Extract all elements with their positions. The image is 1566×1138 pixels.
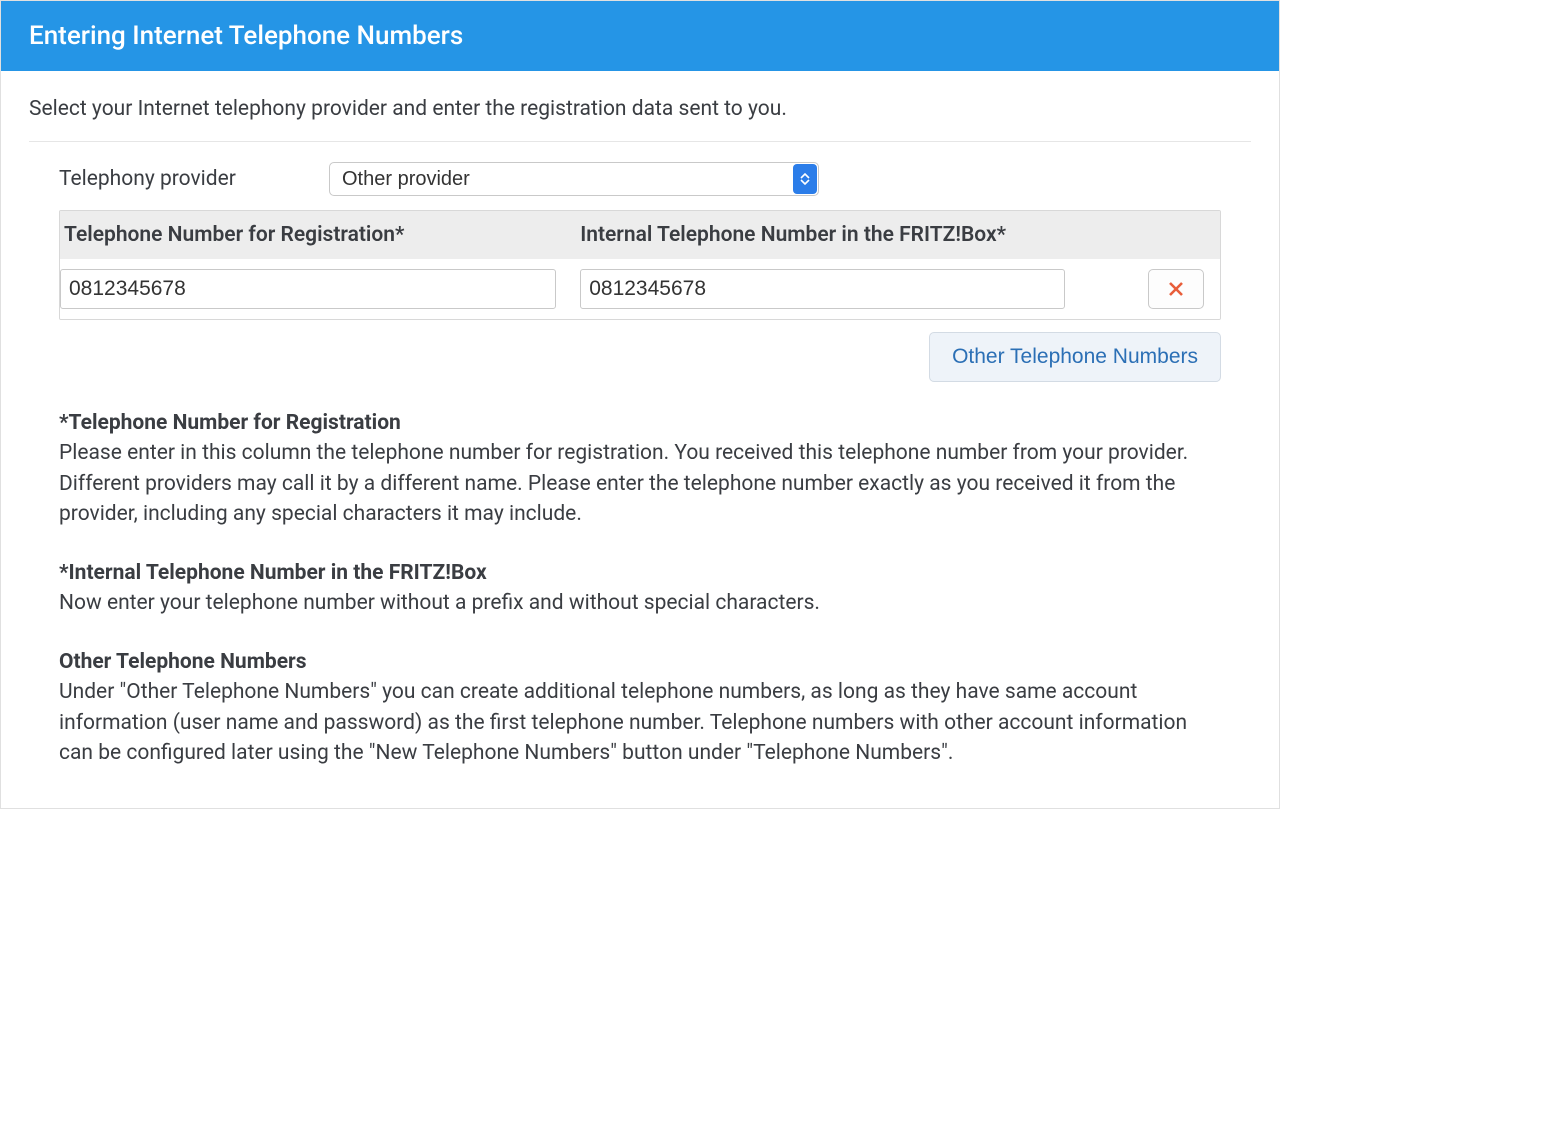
- provider-select-wrap: Other provider: [329, 162, 819, 196]
- other-button-row: Other Telephone Numbers: [59, 332, 1221, 382]
- intro-text: Select your Internet telephony provider …: [29, 97, 1251, 142]
- provider-row: Telephony provider Other provider: [59, 162, 1221, 196]
- help-other-body: Under "Other Telephone Numbers" you can …: [59, 677, 1221, 768]
- form-area: Telephony provider Other provider Teleph…: [29, 142, 1251, 768]
- help-registration: *Telephone Number for Registration Pleas…: [59, 408, 1221, 530]
- provider-select[interactable]: Other provider: [329, 162, 819, 196]
- page-title: Entering Internet Telephone Numbers: [1, 1, 1279, 71]
- table-row: [60, 259, 1220, 319]
- col-header-internal: Internal Telephone Number in the FRITZ!B…: [576, 211, 1220, 259]
- provider-label: Telephony provider: [59, 167, 309, 191]
- help-section: *Telephone Number for Registration Pleas…: [59, 408, 1221, 768]
- close-icon: [1167, 280, 1185, 298]
- col-header-registration: Telephone Number for Registration*: [60, 211, 576, 259]
- help-internal: *Internal Telephone Number in the FRITZ!…: [59, 558, 1221, 619]
- table-header: Telephone Number for Registration* Inter…: [60, 211, 1220, 259]
- other-telephone-numbers-button[interactable]: Other Telephone Numbers: [929, 332, 1221, 382]
- help-registration-body: Please enter in this column the telephon…: [59, 438, 1221, 529]
- panel: Entering Internet Telephone Numbers Sele…: [0, 0, 1280, 809]
- panel-body: Select your Internet telephony provider …: [1, 71, 1279, 808]
- numbers-table: Telephone Number for Registration* Inter…: [59, 210, 1221, 320]
- registration-number-input[interactable]: [60, 269, 556, 309]
- help-other-title: Other Telephone Numbers: [59, 647, 1221, 677]
- help-internal-title: *Internal Telephone Number in the FRITZ!…: [59, 558, 1221, 588]
- delete-row-button[interactable]: [1148, 269, 1204, 309]
- help-internal-body: Now enter your telephone number without …: [59, 588, 1221, 618]
- internal-number-input[interactable]: [580, 269, 1065, 309]
- help-other: Other Telephone Numbers Under "Other Tel…: [59, 647, 1221, 769]
- help-registration-title: *Telephone Number for Registration: [59, 408, 1221, 438]
